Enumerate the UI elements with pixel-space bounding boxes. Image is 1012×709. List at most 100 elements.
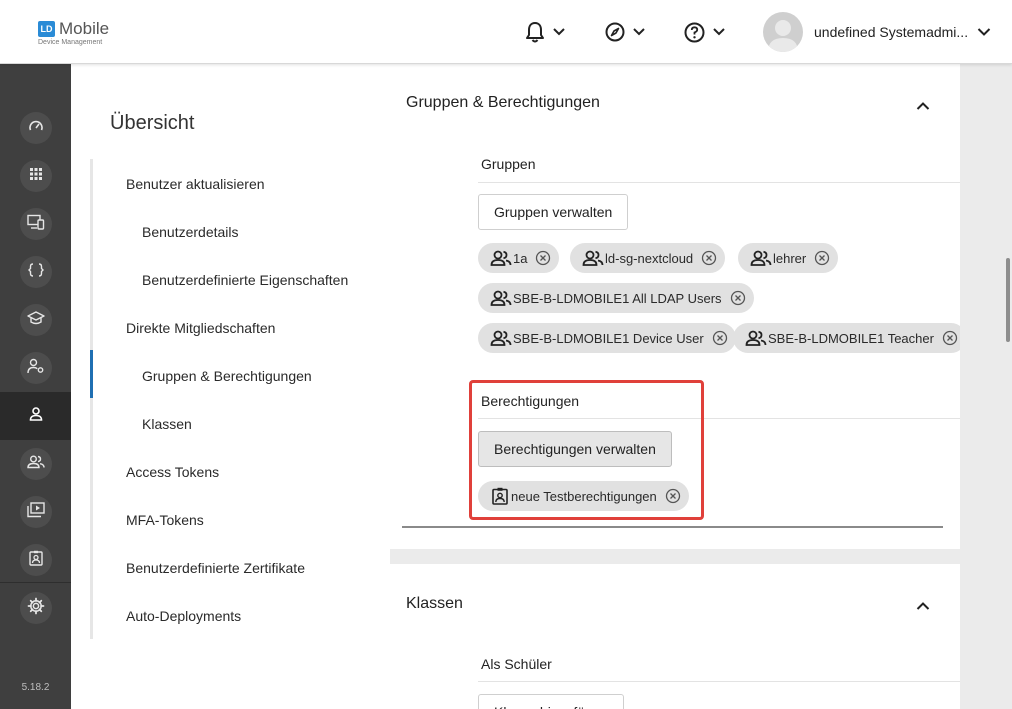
overview-item-benutzerdetails[interactable]: Benutzerdetails	[142, 224, 239, 240]
group-icon	[490, 250, 512, 266]
user-name[interactable]: undefined Systemadmi...	[814, 24, 968, 40]
logo-mark: LD	[38, 21, 55, 37]
chip-label: ld-sg-nextcloud	[605, 250, 694, 266]
top-bar: LD Mobile Device Management undefined Sy…	[0, 0, 1012, 64]
school-icon	[26, 310, 45, 330]
apps-grid-icon	[29, 167, 43, 186]
sidebar-item-code[interactable]	[0, 248, 71, 296]
chip-label: 1a	[513, 250, 528, 266]
chip-label: lehrer	[773, 250, 807, 266]
divider	[478, 418, 960, 419]
badge-icon	[490, 487, 510, 505]
overview-active-indicator	[90, 350, 93, 398]
classes-card: Klassen Als Schüler Klasse hinzufügen	[390, 564, 960, 709]
sidebar-rail: 5.18.2	[0, 64, 71, 709]
chevron-up-icon[interactable]	[916, 598, 930, 616]
group-chip: 1a	[478, 243, 560, 273]
sidebar-item-user-settings[interactable]	[0, 344, 71, 392]
section-title: Gruppen & Berechtigungen	[406, 94, 600, 111]
group-icon	[745, 330, 767, 346]
add-class-button[interactable]: Klasse hinzufügen	[478, 694, 625, 709]
sidebar-item-school[interactable]	[0, 296, 71, 344]
notifications-button[interactable]	[525, 20, 565, 44]
user-icon	[29, 406, 43, 426]
bell-icon	[525, 21, 545, 43]
sidebar-item-devices[interactable]	[0, 200, 71, 248]
manage-groups-button[interactable]: Gruppen verwalten	[478, 194, 629, 230]
logo-title: Mobile	[59, 19, 110, 38]
remove-circle-icon[interactable]	[730, 290, 746, 306]
group-icon	[582, 250, 604, 266]
overview-item-benutzer-aktualisieren[interactable]: Benutzer aktualisieren	[126, 176, 265, 192]
badge-icon	[28, 550, 43, 571]
overview-track	[90, 159, 93, 639]
sidebar-item-media[interactable]	[0, 488, 71, 536]
chevron-down-icon[interactable]	[977, 24, 991, 42]
chip-label: SBE-B-LDMOBILE1 All LDAP Users	[513, 290, 722, 306]
permissions-label: Berechtigungen	[481, 393, 580, 409]
remove-circle-icon[interactable]	[712, 330, 728, 346]
logo-subtitle: Device Management	[38, 39, 103, 46]
sidebar-item-apps[interactable]	[0, 152, 71, 200]
overview-item-klassen[interactable]: Klassen	[142, 416, 192, 432]
sidebar-item-users[interactable]	[0, 392, 71, 440]
help-button[interactable]	[684, 20, 725, 44]
sidebar-item-groups[interactable]	[0, 440, 71, 488]
manage-permissions-button[interactable]: Berechtigungen verwalten	[478, 431, 672, 467]
student-label: Als Schüler	[481, 656, 552, 672]
chevron-down-icon	[553, 28, 565, 36]
app-version: 5.18.2	[21, 682, 50, 693]
overview-title: Übersicht	[110, 112, 195, 134]
group-icon	[490, 290, 512, 306]
compass-icon	[605, 22, 625, 42]
overview-panel: Übersicht Benutzer aktualisieren Benutze…	[71, 64, 390, 709]
sidebar-item-settings[interactable]	[0, 584, 71, 632]
group-chip: ld-sg-nextcloud	[570, 243, 726, 273]
chip-label: SBE-B-LDMOBILE1 Device User	[513, 330, 704, 346]
remove-circle-icon[interactable]	[942, 330, 958, 346]
permission-chip: neue Testberechtigungen	[478, 481, 689, 511]
group-chip: SBE-B-LDMOBILE1 All LDAP Users	[478, 283, 754, 313]
remove-circle-icon[interactable]	[665, 488, 681, 504]
section-title: Klassen	[406, 595, 463, 612]
main-content: Gruppen & Berechtigungen Gruppen Gruppen…	[390, 64, 960, 709]
divider	[478, 182, 960, 183]
remove-circle-icon[interactable]	[701, 250, 717, 266]
code-icon	[27, 262, 44, 283]
scrollbar[interactable]	[1006, 258, 1010, 342]
sidebar-item-dashboard[interactable]	[0, 104, 71, 152]
groups-icon	[26, 455, 45, 474]
overview-item-benutzerdefinierte-zertifikate[interactable]: Benutzerdefinierte Zertifikate	[126, 560, 305, 576]
media-icon	[26, 501, 45, 523]
group-chip: lehrer	[738, 243, 839, 273]
group-icon	[490, 330, 512, 346]
section-divider	[402, 526, 943, 528]
remove-circle-icon[interactable]	[535, 250, 551, 266]
avatar[interactable]	[763, 12, 803, 52]
overview-item-access-tokens[interactable]: Access Tokens	[126, 464, 219, 480]
groups-label: Gruppen	[481, 156, 536, 172]
help-icon	[684, 22, 705, 43]
overview-item-mfa-tokens[interactable]: MFA-Tokens	[126, 512, 204, 528]
divider	[478, 681, 960, 682]
sidebar-item-badge[interactable]	[0, 536, 71, 584]
remove-circle-icon[interactable]	[814, 250, 830, 266]
overview-item-auto-deployments[interactable]: Auto-Deployments	[126, 608, 241, 624]
overview-item-gruppen-berechtigungen[interactable]: Gruppen & Berechtigungen	[142, 368, 312, 384]
group-chip: SBE-B-LDMOBILE1 Teacher	[733, 323, 960, 353]
chip-label: neue Testberechtigungen	[511, 488, 657, 504]
chevron-up-icon[interactable]	[916, 98, 930, 116]
user-settings-icon	[26, 358, 45, 379]
overview-item-benutzerdefinierte-eigenschaften[interactable]: Benutzerdefinierte Eigenschaften	[142, 272, 348, 288]
chevron-down-icon	[633, 28, 645, 36]
groups-permissions-card: Gruppen & Berechtigungen Gruppen Gruppen…	[390, 64, 960, 549]
sidebar-divider	[0, 582, 71, 583]
gear-icon	[27, 597, 45, 620]
explore-button[interactable]	[605, 20, 645, 44]
overview-item-direkte-mitgliedschaften[interactable]: Direkte Mitgliedschaften	[126, 320, 275, 336]
chip-label: SBE-B-LDMOBILE1 Teacher	[768, 330, 934, 346]
group-icon	[750, 250, 772, 266]
chevron-down-icon	[713, 28, 725, 36]
devices-icon	[26, 214, 45, 235]
app-logo[interactable]: LD Mobile Device Management	[38, 20, 109, 46]
